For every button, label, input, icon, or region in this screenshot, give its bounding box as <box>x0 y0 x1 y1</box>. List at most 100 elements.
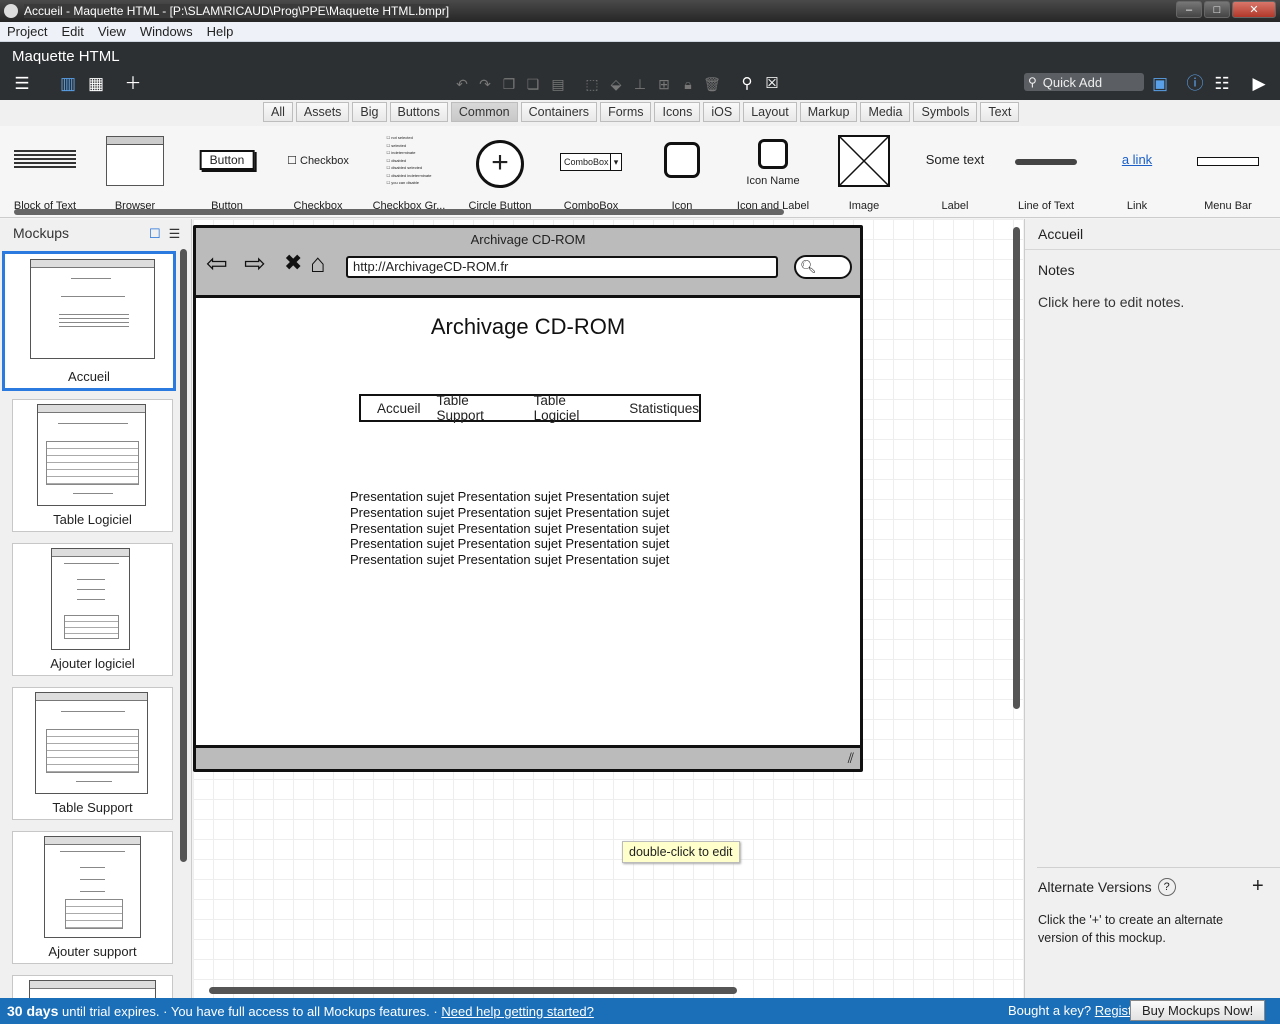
lock-icon[interactable]: 🔒︎ <box>678 74 698 94</box>
distribute-icon[interactable]: ⊞ <box>654 74 674 94</box>
buy-button[interactable]: Buy Mockups Now! <box>1130 1000 1266 1021</box>
add-alternate-icon[interactable]: + <box>1252 875 1264 898</box>
trial-text: until trial expires. · You have full acc… <box>58 1004 442 1019</box>
mockup-thumb-accueil[interactable]: Accueil <box>2 251 176 391</box>
group-icon[interactable]: ⬚ <box>582 74 602 94</box>
browser-preview <box>106 136 164 186</box>
nav-item-table-support: Table Support <box>436 393 484 423</box>
presentation-icon[interactable]: ▣ <box>1150 74 1170 94</box>
mockup-thumb-ajouter-logiciel[interactable]: Ajouter logiciel <box>12 543 173 676</box>
alternate-versions-label: Alternate Versions <box>1038 879 1152 895</box>
lib-block-of-text[interactable]: Block of Text <box>0 132 90 212</box>
play-icon[interactable]: ▶ <box>1249 74 1269 94</box>
lib-button[interactable]: Button Button <box>182 132 272 212</box>
menu-windows[interactable]: Windows <box>133 24 200 39</box>
canvas-vertical-scrollbar[interactable] <box>1013 227 1020 979</box>
notes-icon[interactable]: ☷ <box>1212 74 1232 94</box>
clear-icon[interactable]: ☒ <box>762 74 782 94</box>
lib-image[interactable]: Image <box>819 132 909 212</box>
paste-icon[interactable]: ❏ <box>523 74 543 94</box>
category-tab-icons[interactable]: Icons <box>654 102 701 122</box>
category-tab-common[interactable]: Common <box>450 102 518 122</box>
category-tab-big[interactable]: Big <box>352 102 387 122</box>
lib-menu-bar[interactable]: Menu Bar <box>1183 132 1273 212</box>
library-scrollbar[interactable] <box>14 209 1266 215</box>
browser-mockup[interactable]: Archivage CD-ROM ⇦ ⇨ ✖ ⌂ http://Archivag… <box>193 225 863 772</box>
lib-icon-and-label[interactable]: Icon Name Icon and Label <box>728 132 818 212</box>
page-title: Archivage CD-ROM <box>430 314 626 339</box>
minimize-button[interactable]: – <box>1176 1 1202 18</box>
category-tab-buttons[interactable]: Buttons <box>389 102 448 122</box>
mockup-name[interactable]: Accueil <box>1038 226 1083 242</box>
design-canvas[interactable]: Archivage CD-ROM ⇦ ⇨ ✖ ⌂ http://Archivag… <box>193 219 1023 998</box>
mockup-thumb-table-logiciel[interactable]: Table Logiciel <box>12 399 173 532</box>
category-tab-text[interactable]: Text <box>980 102 1020 122</box>
scrollbar-thumb[interactable] <box>1013 227 1020 709</box>
text-line: Presentation sujet Presentation sujet Pr… <box>350 489 670 504</box>
info-icon[interactable]: ⓘ <box>1185 74 1205 94</box>
list-view-icon[interactable]: ☰ <box>169 226 181 242</box>
category-tab-ios[interactable]: iOS <box>703 102 741 122</box>
chevron-down-icon: ▾ <box>610 154 621 170</box>
close-button[interactable]: ✕ <box>1232 1 1276 18</box>
search-icon[interactable]: ⚲ <box>737 74 757 94</box>
add-mockup-icon[interactable]: ＋ <box>123 74 143 94</box>
lib-label[interactable]: Some text Label <box>910 132 1000 212</box>
category-tab-layout[interactable]: Layout <box>743 102 797 122</box>
lib-line-of-text[interactable]: Line of Text <box>1001 132 1091 212</box>
list-view-icon[interactable]: ▥ <box>58 74 78 94</box>
text-line: Presentation sujet Presentation sujet Pr… <box>350 504 670 520</box>
grid-view-icon[interactable]: ▦ <box>86 74 106 94</box>
mockup-preview <box>30 259 155 359</box>
category-tab-containers[interactable]: Containers <box>520 102 598 122</box>
category-tab-all[interactable]: All <box>263 102 293 122</box>
mockup-thumb-table-support[interactable]: Table Support <box>12 687 173 820</box>
menu-project[interactable]: Project <box>0 24 54 39</box>
icon-placeholder-icon <box>664 142 700 178</box>
clipboard-icon[interactable]: ▤ <box>548 74 568 94</box>
lib-link[interactable]: a link Link <box>1092 132 1182 212</box>
category-tab-media[interactable]: Media <box>860 102 911 122</box>
align-icon[interactable]: ⊥ <box>630 74 650 94</box>
category-tab-assets[interactable]: Assets <box>295 102 350 122</box>
lib-circle-button[interactable]: + Circle Button <box>455 132 545 212</box>
canvas-horizontal-scrollbar[interactable] <box>201 987 1009 994</box>
category-tab-symbols[interactable]: Symbols <box>913 102 978 122</box>
forward-arrow-icon: ⇨ <box>244 248 266 278</box>
menu-view[interactable]: View <box>91 24 133 39</box>
scrollbar-thumb[interactable] <box>14 209 784 215</box>
help-icon[interactable]: ? <box>1157 878 1176 896</box>
trash-icon[interactable]: 🗑︎ <box>702 74 722 94</box>
notes-field[interactable]: Click here to edit notes. <box>1038 294 1184 310</box>
resize-grip-icon: ⫽ <box>847 750 854 766</box>
scrollbar-thumb[interactable] <box>209 987 737 994</box>
hamburger-menu-icon[interactable]: ☰ <box>12 74 32 94</box>
quick-add-input[interactable]: ⚲ Quick Add <box>1024 73 1144 91</box>
lib-browser[interactable]: Browser <box>90 132 180 212</box>
mockup-label: Table Logiciel <box>53 512 132 527</box>
mockups-scrollbar[interactable] <box>180 249 187 862</box>
category-tab-markup[interactable]: Markup <box>799 102 858 122</box>
ungroup-icon[interactable]: ⬙ <box>606 74 626 94</box>
copy-icon[interactable]: ❐ <box>499 74 519 94</box>
mockup-thumb-partial[interactable] <box>12 975 173 1000</box>
trial-days: 30 days <box>7 1003 59 1019</box>
mockup-thumb-ajouter-support[interactable]: Ajouter support <box>12 831 173 964</box>
text-line: Presentation sujet Presentation sujet Pr… <box>350 552 670 568</box>
help-link[interactable]: Need help getting started? <box>441 1004 594 1019</box>
category-tab-forms[interactable]: Forms <box>600 102 652 122</box>
menu-help[interactable]: Help <box>200 24 241 39</box>
window-title: Accueil - Maquette HTML - [P:\SLAM\RICAU… <box>24 4 450 18</box>
undo-icon[interactable]: ↶ <box>452 74 472 94</box>
lib-icon[interactable]: Icon <box>637 132 727 212</box>
checkbox-group-item: ☐ not selected <box>386 135 413 140</box>
label-preview: Some text <box>925 152 985 167</box>
lib-checkbox[interactable]: ☐ Checkbox Checkbox <box>273 132 363 212</box>
thumbnail-view-icon[interactable]: ☐ <box>149 226 161 242</box>
redo-icon[interactable]: ↷ <box>475 74 495 94</box>
maximize-button[interactable]: □ <box>1204 1 1230 18</box>
menu-edit[interactable]: Edit <box>54 24 90 39</box>
mockup-label: Table Support <box>52 800 133 815</box>
lib-combobox[interactable]: ComboBox ▾ ComboBox <box>546 132 636 212</box>
lib-checkbox-group[interactable]: ☐ not selected ☐ selected ☐ indeterminate ☐… <box>364 132 454 212</box>
